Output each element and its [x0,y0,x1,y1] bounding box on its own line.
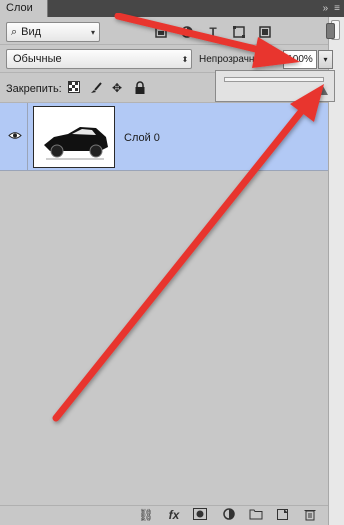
filter-kind-label: Вид [21,26,42,38]
topbar-icons: » ≡ [323,1,340,16]
adjustment-icon[interactable] [221,508,237,522]
panel-menu-icon[interactable]: ≡ [334,1,340,16]
layer-name[interactable]: Слой 0 [124,132,160,144]
search-icon: ⌕ [11,25,18,38]
opacity-input[interactable]: 100% [283,50,317,69]
chevron-down-icon: ▾ [90,27,95,37]
panel-tab-bar [0,0,344,17]
layer-thumbnail[interactable] [33,106,115,168]
lock-paint-icon[interactable] [89,81,103,95]
lock-move-icon[interactable]: ✥ [110,81,124,95]
opacity-slider-popup [215,70,335,102]
mask-icon[interactable] [192,508,208,522]
smart-object-filter-icon[interactable] [252,24,278,40]
lock-transparent-icon[interactable] [67,81,81,95]
trash-icon[interactable] [302,508,318,522]
lock-label: Закрепить: [6,83,62,95]
shape-filter-icon[interactable] [226,24,252,40]
filter-kind-select[interactable]: ⌕ Вид ▾ [6,22,100,42]
group-icon[interactable] [248,508,264,522]
adjustment-filter-icon[interactable] [174,24,200,40]
tab-layers[interactable]: Слои [0,0,48,17]
opacity-slider-track[interactable] [224,77,324,82]
fx-icon[interactable]: fx [166,508,182,522]
blend-mode-value: Обычные [13,53,62,65]
opacity-slider-handle[interactable] [318,86,328,95]
lock-all-icon[interactable] [133,81,147,95]
link-icon[interactable]: ⛓ [138,508,154,522]
collapse-icon[interactable]: » [323,1,329,16]
type-filter-icon[interactable]: T [200,24,226,40]
filter-toggle-switch[interactable] [326,23,335,39]
image-filter-icon[interactable] [148,24,174,40]
updown-chevron-icon: ⬍ [181,54,189,64]
opacity-label: Непрозрачность: [199,54,278,65]
filter-icons: T [148,24,278,40]
blend-mode-select[interactable]: Обычные ⬍ [6,49,192,69]
new-layer-icon[interactable] [275,508,291,522]
opacity-dropdown-button[interactable]: ▾ [318,50,333,69]
car-thumbnail-image [44,127,108,160]
eye-icon[interactable] [8,131,22,139]
